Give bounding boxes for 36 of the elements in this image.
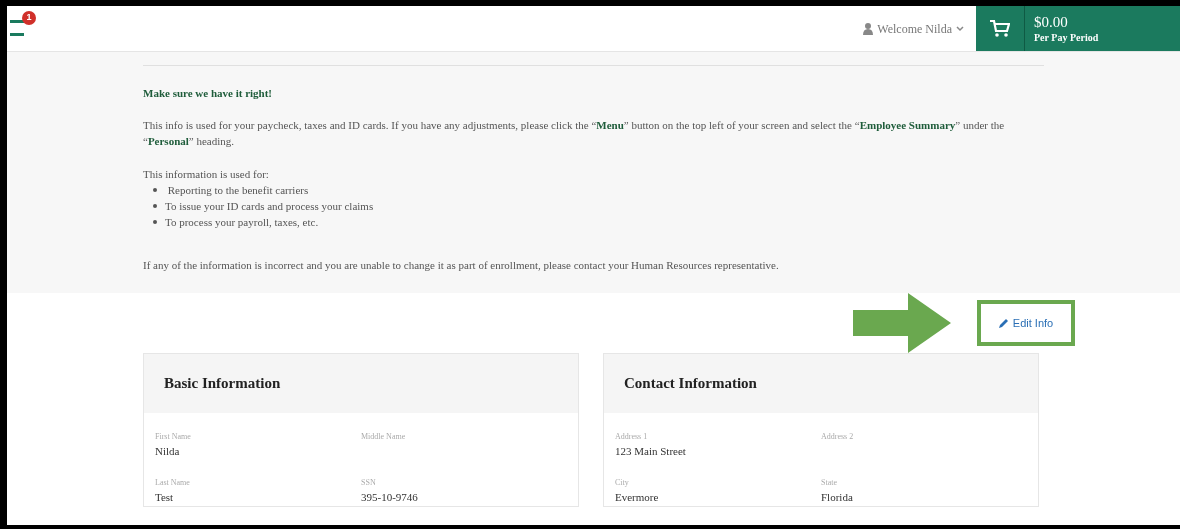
cart-total: $0.00 [1034, 12, 1069, 32]
field-label: Middle Name [361, 431, 407, 443]
caret-icon [956, 25, 964, 32]
list-item: To process your payroll, taxes, etc. [165, 214, 319, 230]
notification-badge: 1 [22, 11, 36, 25]
field-label: State [821, 477, 838, 489]
field-label: City [615, 477, 630, 489]
field-value: 123 Main Street [615, 444, 687, 459]
cart-icon [990, 19, 1010, 38]
notice-paragraph: This info is used for your paycheck, taxes and ID cards. If you have any adjustments, please click the “Menu” button on the top left of your screen and select the “Employee Summary” under the “Personal” heading. [143, 117, 1006, 149]
field-value: Evermore [615, 490, 660, 505]
card-title: Basic Information [164, 374, 281, 394]
field-label: Address 1 [615, 431, 649, 443]
field-value: Nilda [155, 444, 181, 459]
bullet-icon [153, 219, 157, 224]
field-value: Test [155, 490, 175, 505]
list-item: Reporting to the benefit carriers [166, 182, 309, 198]
welcome-menu[interactable]: Welcome Nilda [863, 6, 976, 51]
field-label: Last Name [155, 477, 191, 489]
field-label: SSN [361, 477, 377, 489]
bullet-icon [153, 187, 157, 192]
edit-info-link[interactable]: Edit Info [998, 314, 1054, 332]
bullet-icon [153, 203, 157, 208]
list-item: To issue your ID cards and process your claims [165, 198, 374, 214]
cart-button[interactable] [976, 6, 1025, 51]
cart-period: Per Pay Period [1034, 31, 1100, 45]
field-value: Florida [821, 490, 854, 505]
list-intro: This information is used for: [143, 166, 270, 182]
field-label: First Name [155, 431, 192, 443]
card-title: Contact Information [624, 374, 757, 394]
pencil-icon [998, 318, 1009, 328]
field-label: Address 2 [821, 431, 855, 443]
notice-title: Make sure we have it right! [143, 86, 274, 101]
notice-footer: If any of the information is incorrect and you are unable to change it as part of enrollment, please contact your Human Resources representative. [143, 256, 1044, 273]
field-value: 395-10-9746 [361, 490, 419, 505]
user-icon [863, 22, 874, 35]
